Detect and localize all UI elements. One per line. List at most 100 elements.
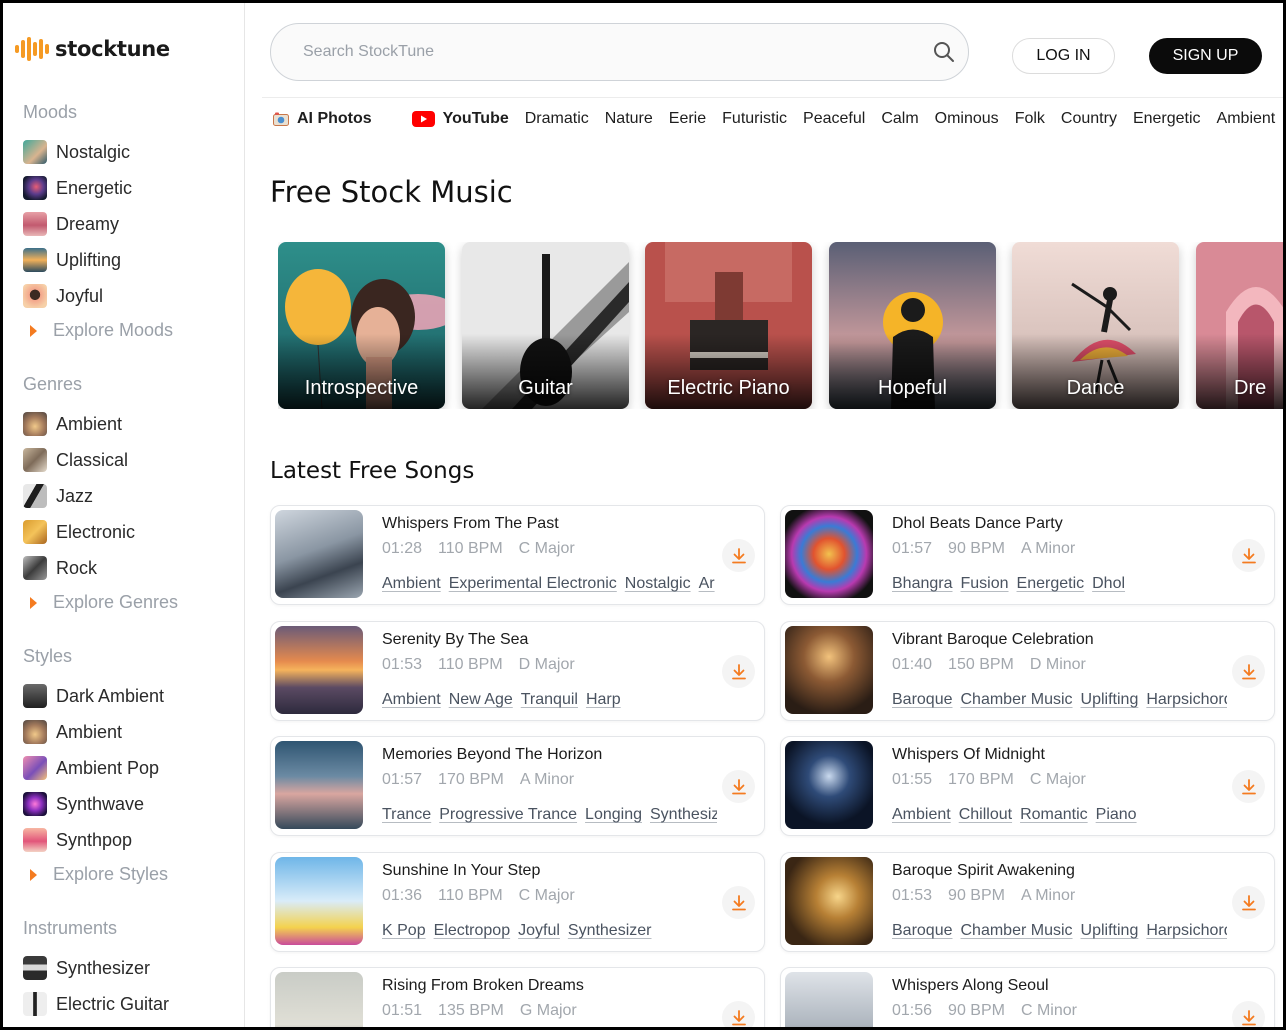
song-tag-link[interactable]: Synthesiz (650, 806, 717, 824)
song-tag-link[interactable]: New Age (449, 691, 513, 709)
sidebar-item-ambient-style[interactable]: Ambient (23, 718, 122, 746)
song-title[interactable]: Sunshine In Your Step (382, 862, 540, 880)
sidebar-item-synthwave[interactable]: Synthwave (23, 790, 144, 818)
sidebar-item-energetic[interactable]: Energetic (23, 174, 132, 202)
sidebar-item-ambient[interactable]: Ambient (23, 410, 122, 438)
tag-link-dramatic[interactable]: Dramatic (525, 110, 589, 128)
sidebar-item-ambient-pop[interactable]: Ambient Pop (23, 754, 159, 782)
song-tag-link[interactable]: Harp (586, 691, 621, 709)
song-card[interactable]: Memories Beyond The Horizon 01:57 170 BPM A… (270, 736, 765, 836)
youtube-link[interactable]: YouTube (411, 110, 509, 128)
sidebar-item-electric-guitar[interactable]: Electric Guitar (23, 990, 169, 1018)
song-card[interactable]: Whispers Of Midnight 01:55 170 BPM C Major A… (780, 736, 1275, 836)
song-tag-link[interactable]: Longing (585, 806, 642, 824)
song-tag-link[interactable]: Uplifting (1081, 922, 1139, 940)
song-tag-link[interactable]: Progressive Trance (439, 806, 577, 824)
download-button[interactable] (1232, 886, 1265, 919)
card-dance[interactable]: Dance (1012, 242, 1179, 409)
song-card[interactable]: Serenity By The Sea 01:53 110 BPM D Major Am… (270, 621, 765, 721)
card-dreamy[interactable]: Dre (1196, 242, 1283, 409)
song-card[interactable]: Sunshine In Your Step 01:36 110 BPM C Major… (270, 852, 765, 952)
sidebar-item-synthpop[interactable]: Synthpop (23, 826, 132, 854)
search-input[interactable] (303, 41, 903, 63)
tag-link-futuristic[interactable]: Futuristic (722, 110, 787, 128)
download-button[interactable] (1232, 539, 1265, 572)
download-button[interactable] (722, 886, 755, 919)
sidebar-item-dreamy[interactable]: Dreamy (23, 210, 119, 238)
song-title[interactable]: Vibrant Baroque Celebration (892, 631, 1094, 649)
download-button[interactable] (1232, 655, 1265, 688)
sidebar-item-dark-ambient[interactable]: Dark Ambient (23, 682, 164, 710)
card-electric-piano[interactable]: Electric Piano (645, 242, 812, 409)
download-button[interactable] (722, 1001, 755, 1027)
song-tag-link[interactable]: Piano (1096, 806, 1137, 824)
song-card[interactable]: Whispers From The Past 01:28 110 BPM C Majo… (270, 505, 765, 605)
song-tag-link[interactable]: Ambient (382, 691, 441, 709)
download-button[interactable] (722, 770, 755, 803)
signup-button[interactable]: SIGN UP (1149, 38, 1262, 74)
explore-moods-link[interactable]: Explore Moods (23, 320, 173, 341)
song-tag-link[interactable]: Chamber Music (961, 922, 1073, 940)
tag-link-nature[interactable]: Nature (605, 110, 653, 128)
song-tag-link[interactable]: Romantic (1020, 806, 1088, 824)
song-thumbnail[interactable] (275, 741, 363, 829)
song-thumbnail[interactable] (275, 626, 363, 714)
song-thumbnail[interactable] (785, 510, 873, 598)
song-tag-link[interactable]: Harpsichord (1146, 691, 1227, 709)
login-button[interactable]: LOG IN (1012, 38, 1115, 74)
song-thumbnail[interactable] (785, 857, 873, 945)
song-card[interactable]: Rising From Broken Dreams 01:51 135 BPM G M… (270, 967, 765, 1027)
song-tag-link[interactable]: Harpsichord (1146, 922, 1227, 940)
explore-styles-link[interactable]: Explore Styles (23, 864, 168, 885)
song-card[interactable]: Baroque Spirit Awakening 01:53 90 BPM A Min… (780, 852, 1275, 952)
logo[interactable]: stocktune (15, 36, 170, 62)
song-tag-link[interactable]: Baroque (892, 691, 953, 709)
sidebar-item-joyful[interactable]: Joyful (23, 282, 103, 310)
ai-photos-link[interactable]: AI Photos (273, 110, 372, 128)
song-tag-link[interactable]: Fusion (961, 575, 1009, 593)
card-hopeful[interactable]: Hopeful (829, 242, 996, 409)
song-thumbnail[interactable] (785, 741, 873, 829)
song-tag-link[interactable]: Trance (382, 806, 431, 824)
song-tag-link[interactable]: Joyful (518, 922, 560, 940)
download-button[interactable] (1232, 770, 1265, 803)
song-title[interactable]: Serenity By The Sea (382, 631, 528, 649)
search-icon[interactable] (932, 40, 956, 64)
tag-link-ominous[interactable]: Ominous (935, 110, 999, 128)
song-tag-link[interactable]: Energetic (1017, 575, 1085, 593)
song-thumbnail[interactable] (785, 972, 873, 1027)
song-tag-link[interactable]: Electropop (434, 922, 511, 940)
song-title[interactable]: Whispers Along Seoul (892, 977, 1049, 995)
song-card[interactable]: Whispers Along Seoul 01:56 90 BPM C Minor (780, 967, 1275, 1027)
download-button[interactable] (722, 539, 755, 572)
sidebar-item-jazz[interactable]: Jazz (23, 482, 93, 510)
song-thumbnail[interactable] (785, 626, 873, 714)
song-tag-link[interactable]: Experimental Electronic (449, 575, 617, 593)
sidebar-item-electronic[interactable]: Electronic (23, 518, 135, 546)
song-card[interactable]: Vibrant Baroque Celebration 01:40 150 BPM D… (780, 621, 1275, 721)
song-title[interactable]: Memories Beyond The Horizon (382, 746, 602, 764)
song-title[interactable]: Whispers From The Past (382, 515, 559, 533)
song-tag-link[interactable]: Ar (699, 575, 715, 593)
song-tag-link[interactable]: K Pop (382, 922, 426, 940)
tag-link-ambient[interactable]: Ambient (1217, 110, 1276, 128)
download-button[interactable] (722, 655, 755, 688)
song-tag-link[interactable]: Chillout (959, 806, 1012, 824)
explore-genres-link[interactable]: Explore Genres (23, 592, 178, 613)
tag-link-country[interactable]: Country (1061, 110, 1117, 128)
song-tag-link[interactable]: Bhangra (892, 575, 953, 593)
tag-link-eerie[interactable]: Eerie (669, 110, 706, 128)
song-title[interactable]: Rising From Broken Dreams (382, 977, 584, 995)
tag-link-folk[interactable]: Folk (1015, 110, 1045, 128)
sidebar-item-synthesizer[interactable]: Synthesizer (23, 954, 150, 982)
song-title[interactable]: Whispers Of Midnight (892, 746, 1045, 764)
sidebar-item-rock[interactable]: Rock (23, 554, 97, 582)
song-thumbnail[interactable] (275, 857, 363, 945)
song-title[interactable]: Baroque Spirit Awakening (892, 862, 1075, 880)
song-title[interactable]: Dhol Beats Dance Party (892, 515, 1063, 533)
sidebar-item-nostalgic[interactable]: Nostalgic (23, 138, 130, 166)
song-tag-link[interactable]: Chamber Music (961, 691, 1073, 709)
card-guitar[interactable]: Guitar (462, 242, 629, 409)
song-card[interactable]: Dhol Beats Dance Party 01:57 90 BPM A Minor… (780, 505, 1275, 605)
song-thumbnail[interactable] (275, 510, 363, 598)
